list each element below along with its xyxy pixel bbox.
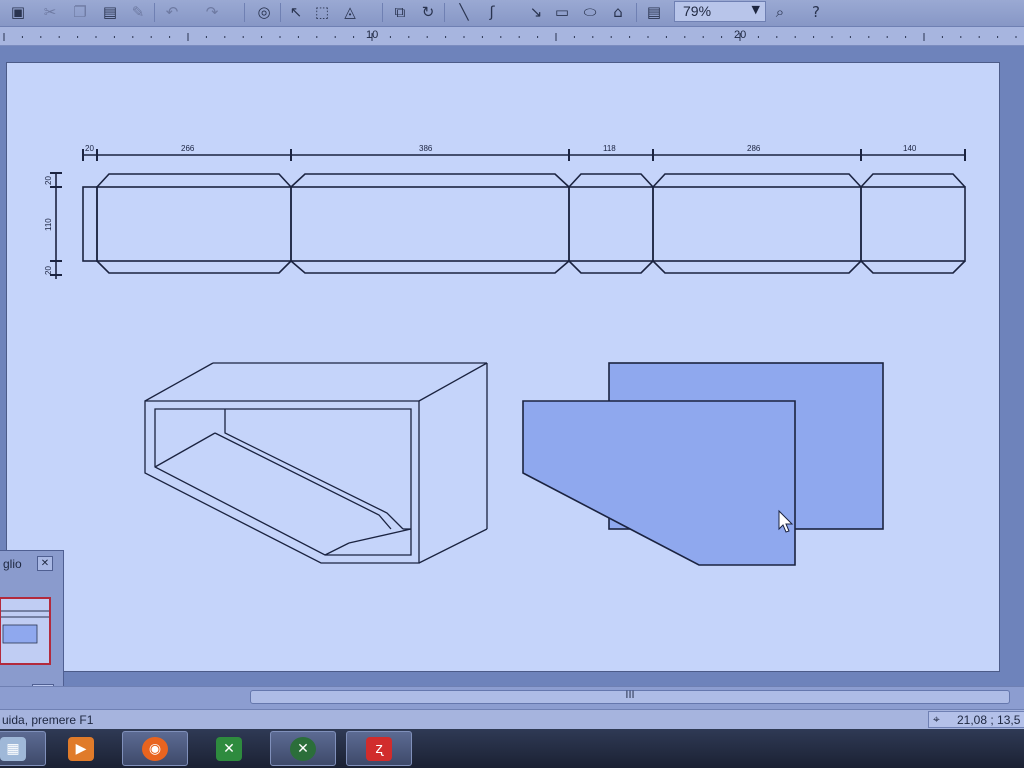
select-frame-icon[interactable]: ⬚ — [312, 2, 332, 22]
taskbar-media-button[interactable]: ▶ — [48, 731, 114, 766]
camera-icon[interactable]: ▣ — [8, 2, 28, 22]
toolbar: ▣ ✂ ❐ ▤ ✎ ↶ ↷ ◎ ↖ ⬚ ◬ ⧉ ↻ ╲ ʃ ↘ ▭ ⬭ ⌂ ▤ … — [0, 0, 1024, 27]
zoom-icon[interactable]: ⌕ — [770, 2, 790, 22]
zoom-value: 79% — [683, 3, 712, 19]
navigator-icon[interactable]: ◎ — [254, 2, 274, 22]
position-text: 21,08 ; 13,5 — [957, 713, 1021, 727]
ruler-label: 20 — [734, 29, 747, 41]
navigator-preview[interactable] — [0, 597, 51, 665]
cut-icon[interactable]: ✂ — [40, 2, 60, 22]
redo-icon[interactable]: ↷ — [202, 2, 222, 22]
dimension-label: 266 — [181, 144, 195, 153]
scrollbar-thumb[interactable]: III — [250, 689, 1010, 704]
toolbar-separator — [444, 3, 445, 22]
shapes-icon[interactable]: ⌂ — [608, 2, 628, 22]
dimension-label: 118 — [603, 144, 616, 153]
line-icon[interactable]: ╲ — [454, 2, 474, 22]
arrange-icon[interactable]: ⧉ — [390, 2, 410, 22]
curve-icon[interactable]: ʃ — [482, 2, 502, 22]
rotate-icon[interactable]: ↻ — [418, 2, 438, 22]
toolbar-separator — [382, 3, 383, 22]
select-arrow-icon[interactable]: ↖ — [286, 2, 306, 22]
chevron-down-icon[interactable]: ▼ — [752, 3, 760, 16]
toolbar-separator — [154, 3, 155, 22]
folder-icon: ▦ — [0, 736, 26, 761]
copy-icon[interactable]: ❐ — [70, 2, 90, 22]
dimension-label: 110 — [44, 218, 53, 231]
navigator-panel[interactable]: glio ✕ % ↔ — [0, 550, 64, 708]
isometric-wireframe[interactable] — [144, 362, 488, 564]
status-text: uida, premere F1 — [2, 713, 94, 727]
close-icon[interactable]: ✕ — [37, 556, 53, 571]
toolbar-separator — [636, 3, 637, 22]
taskbar-explorer-button[interactable]: ▦ — [0, 731, 46, 766]
dimension-label: 20 — [44, 176, 53, 185]
firefox-icon: ◉ — [142, 736, 168, 761]
excel-icon: ✕ — [216, 736, 242, 761]
arrow-icon[interactable]: ↘ — [526, 2, 546, 22]
cursor-position: ⌖ 21,08 ; 13,5 — [928, 711, 1024, 728]
dimension-label: 20 — [85, 144, 94, 153]
text-icon[interactable]: ▤ — [644, 2, 664, 22]
horizontal-ruler: 10 20 — [0, 27, 1024, 46]
taskbar-corel-button[interactable]: ʐ — [346, 731, 412, 766]
taskbar: ▦ ▶ ◉ ✕ ✕ ʐ — [0, 729, 1024, 768]
help-icon[interactable]: ? — [806, 2, 826, 22]
dimension-label: 20 — [44, 266, 53, 275]
preview-thumbnail — [1, 610, 49, 644]
toolbar-separator — [244, 3, 245, 22]
scrollbar-grip: III — [625, 689, 635, 701]
horizontal-scrollbar[interactable]: III — [0, 686, 1024, 709]
corel-icon: ʐ — [366, 736, 392, 761]
dimension-label: 286 — [747, 144, 761, 153]
zoom-select[interactable]: 79% ▼ — [674, 1, 766, 22]
box-net[interactable] — [82, 173, 966, 274]
toolbar-separator — [280, 3, 281, 22]
taskbar-xara-button[interactable]: ✕ — [270, 731, 336, 766]
drawing-page[interactable]: 20 266 386 118 286 140 20 110 20 — [6, 62, 1000, 672]
taskbar-excel-button[interactable]: ✕ — [196, 731, 262, 766]
front-polygon[interactable] — [522, 400, 796, 566]
navigator-title: glio — [3, 557, 22, 571]
ruler-label: 10 — [366, 29, 379, 41]
brush-icon[interactable]: ✎ — [128, 2, 148, 22]
dimension-label: 140 — [903, 144, 917, 153]
xara-icon: ✕ — [290, 736, 316, 761]
drawing-canvas[interactable]: 20 266 386 118 286 140 20 110 20 — [7, 63, 1001, 673]
ruler-ticks — [3, 33, 1017, 41]
rectangle-icon[interactable]: ▭ — [552, 2, 572, 22]
fill-icon[interactable]: ◬ — [340, 2, 360, 22]
undo-icon[interactable]: ↶ — [162, 2, 182, 22]
ellipse-icon[interactable]: ⬭ — [580, 2, 600, 22]
filled-shapes[interactable] — [522, 362, 884, 566]
status-bar: uida, premere F1 ⌖ 21,08 ; 13,5 — [0, 709, 1024, 730]
position-icon: ⌖ — [933, 712, 940, 726]
taskbar-firefox-button[interactable]: ◉ — [122, 731, 188, 766]
document-area[interactable]: 20 266 386 118 286 140 20 110 20 — [0, 46, 1024, 686]
paste-icon[interactable]: ▤ — [100, 2, 120, 22]
media-player-icon: ▶ — [68, 736, 94, 761]
dimension-label: 386 — [419, 144, 433, 153]
